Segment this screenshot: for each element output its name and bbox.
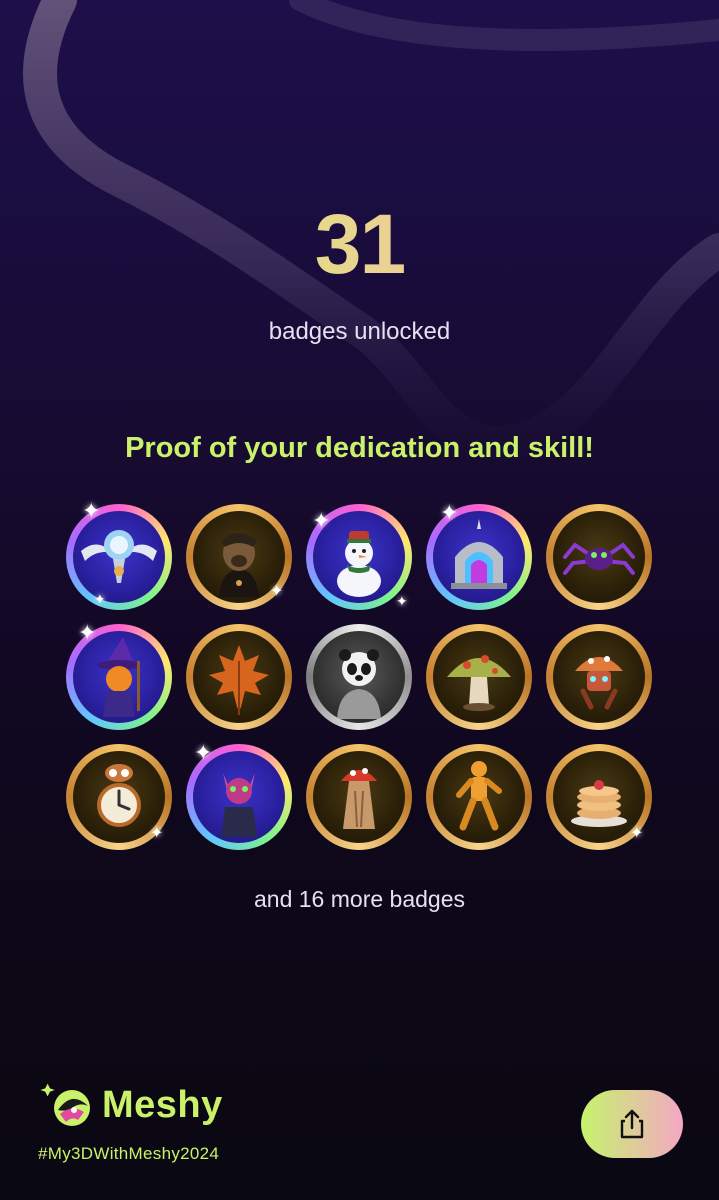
sparkle-icon: ✦ (312, 508, 331, 533)
badge-winged-crystal-emblem[interactable]: ✦ ✦ (66, 500, 172, 610)
autumn-maple-leaf-icon (209, 645, 269, 715)
brand: Meshy (38, 1080, 223, 1130)
sparkle-icon: ✦ (270, 583, 284, 600)
sparkle-icon: ✦ (396, 593, 408, 609)
badge-orange-armored-runner[interactable] (426, 744, 532, 850)
brand-name: Meshy (102, 1083, 223, 1126)
badge-count-label: badges unlocked (268, 318, 451, 345)
badge-mushroom-robot[interactable] (546, 624, 652, 730)
mushroom-tree-stump-icon (341, 768, 377, 829)
more-badges-label: and 16 more badges (254, 886, 465, 912)
badge-pumpkin-wizard[interactable]: ✦ (66, 620, 172, 730)
badge-snowman[interactable]: ✦ ✦ (306, 504, 412, 610)
hashtag: #My3DWithMeshy2024 (38, 1144, 220, 1163)
badge-spiked-portal-gate[interactable]: ✦ (426, 500, 532, 610)
badge-grid: ✦ ✦ ✦ ✦ ✦ ✦ ✦ ✦ ✦ ✦ (66, 500, 654, 850)
badge-mushroom-tree-stump[interactable] (306, 744, 412, 850)
sparkle-icon: ✦ (78, 620, 97, 645)
badge-autumn-maple-leaf[interactable] (186, 624, 292, 730)
badge-spotted-mushroom[interactable] (426, 624, 532, 730)
winged-crystal-emblem-icon (81, 530, 157, 583)
share-icon (620, 1109, 644, 1139)
sparkle-icon: ✦ (630, 825, 644, 842)
sparkle-icon: ✦ (82, 498, 101, 523)
mushroom-robot-icon (575, 656, 623, 710)
orange-armored-runner-icon (456, 761, 502, 831)
badge-count: 31 (0, 196, 719, 293)
sparkle-icon: ✦ (194, 740, 213, 765)
badge-cyber-cat[interactable]: ✦ (186, 740, 292, 850)
share-button[interactable] (581, 1090, 683, 1158)
sparkle-icon: ✦ (440, 500, 459, 525)
badge-purple-spider[interactable] (546, 504, 652, 610)
spotted-mushroom-icon (447, 655, 511, 711)
panda-in-sweater-icon (337, 649, 381, 719)
badge-panda-in-sweater[interactable] (306, 624, 412, 730)
sparkle-icon: ✦ (94, 591, 106, 607)
sparkle-icon: ✦ (150, 825, 164, 842)
badge-hooded-dog-figure[interactable]: ✦ (186, 504, 292, 610)
headline: Proof of your dedication and skill! (125, 432, 594, 464)
badge-clock-robot[interactable]: ✦ (66, 744, 172, 850)
meshy-logo-icon (38, 1080, 96, 1130)
purple-spider-icon (563, 542, 635, 575)
badge-pancake-stack[interactable]: ✦ (546, 744, 652, 850)
